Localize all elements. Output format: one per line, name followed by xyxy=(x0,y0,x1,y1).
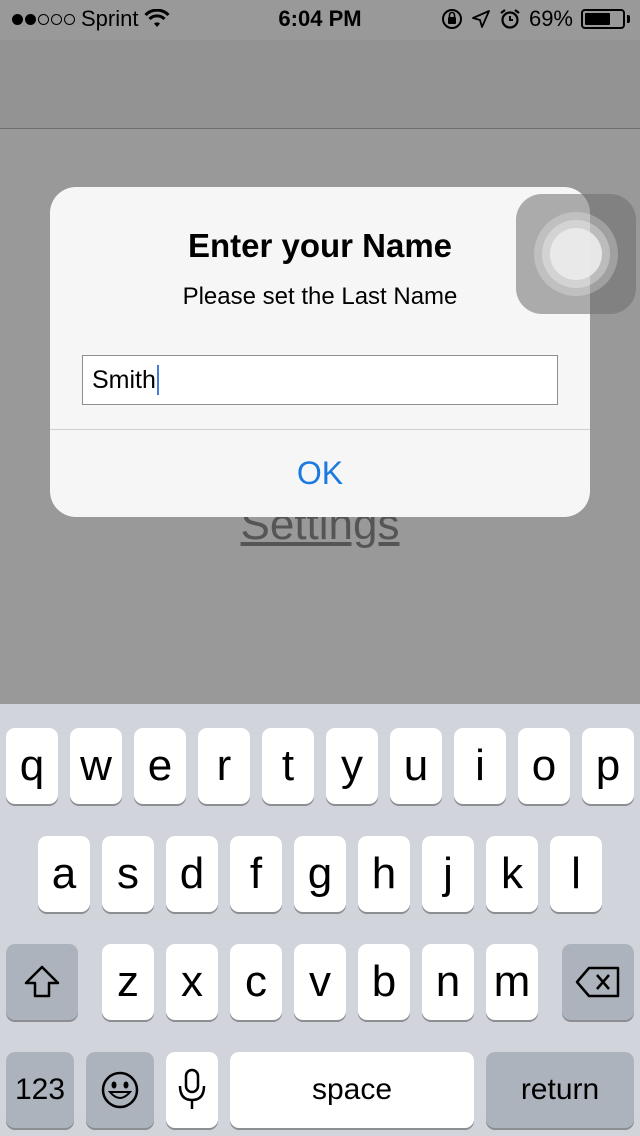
text-cursor xyxy=(156,365,159,395)
navigation-bar xyxy=(0,40,640,129)
key-s[interactable]: s xyxy=(102,836,154,912)
alarm-icon xyxy=(500,9,520,29)
shift-key[interactable] xyxy=(6,944,78,1020)
key-o[interactable]: o xyxy=(518,728,570,804)
delete-icon xyxy=(575,966,620,998)
key-c[interactable]: c xyxy=(230,944,282,1020)
key-h[interactable]: h xyxy=(358,836,410,912)
return-key[interactable]: return xyxy=(486,1052,634,1128)
key-v[interactable]: v xyxy=(294,944,346,1020)
battery-tip xyxy=(627,15,630,23)
key-p[interactable]: p xyxy=(582,728,634,804)
key-y[interactable]: y xyxy=(326,728,378,804)
key-b[interactable]: b xyxy=(358,944,410,1020)
key-r[interactable]: r xyxy=(198,728,250,804)
key-q[interactable]: q xyxy=(6,728,58,804)
emoji-key[interactable] xyxy=(86,1052,154,1128)
numbers-key[interactable]: 123 xyxy=(6,1052,74,1128)
assistive-touch-icon xyxy=(550,228,602,280)
key-m[interactable]: m xyxy=(486,944,538,1020)
battery-percent: 69% xyxy=(528,6,573,31)
orientation-lock-icon xyxy=(441,9,462,29)
microphone-icon xyxy=(178,1068,206,1109)
battery-level xyxy=(585,13,610,25)
key-g[interactable]: g xyxy=(294,836,346,912)
last-name-input[interactable]: Smith xyxy=(82,355,558,405)
ok-button[interactable]: OK xyxy=(50,430,590,517)
status-right: 69% xyxy=(441,6,630,32)
key-u[interactable]: u xyxy=(390,728,442,804)
alert-title: Enter your Name xyxy=(187,227,453,264)
name-alert-dialog: Enter your Name Please set the Last Name… xyxy=(50,187,590,517)
status-bar: Sprint 6:04 PM 69% xyxy=(0,0,640,40)
space-key[interactable]: space xyxy=(230,1052,474,1128)
delete-key[interactable] xyxy=(562,944,634,1020)
key-e[interactable]: e xyxy=(134,728,186,804)
key-z[interactable]: z xyxy=(102,944,154,1020)
key-l[interactable]: l xyxy=(550,836,602,912)
key-w[interactable]: w xyxy=(70,728,122,804)
emoji-icon xyxy=(101,1071,139,1109)
microphone-key[interactable] xyxy=(166,1052,218,1128)
assistive-touch-button[interactable] xyxy=(516,194,636,314)
shift-icon xyxy=(24,965,60,998)
last-name-value: Smith xyxy=(92,366,156,394)
key-a[interactable]: a xyxy=(38,836,90,912)
key-t[interactable]: t xyxy=(262,728,314,804)
key-k[interactable]: k xyxy=(486,836,538,912)
keyboard: 123 space return qwertyuiop asdfghjkl zxcv… xyxy=(0,704,640,1136)
key-x[interactable]: x xyxy=(166,944,218,1020)
battery-icon xyxy=(581,9,625,29)
key-i[interactable]: i xyxy=(454,728,506,804)
key-f[interactable]: f xyxy=(230,836,282,912)
key-d[interactable]: d xyxy=(166,836,218,912)
alert-message: Please set the Last Name xyxy=(182,283,458,310)
key-j[interactable]: j xyxy=(422,836,474,912)
key-n[interactable]: n xyxy=(422,944,474,1020)
location-icon xyxy=(472,10,490,28)
